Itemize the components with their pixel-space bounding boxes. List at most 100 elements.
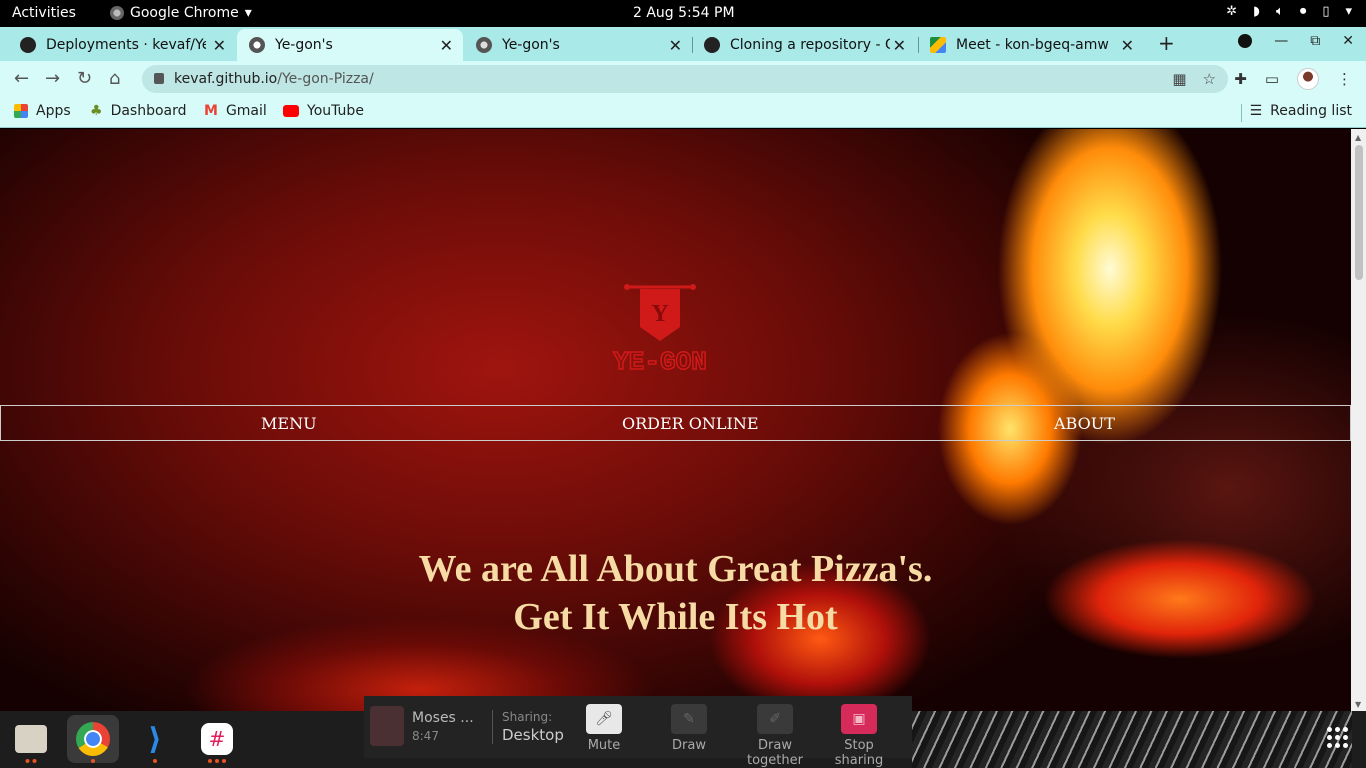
dock-chrome[interactable] bbox=[67, 715, 119, 763]
vscode-icon: ⟩ bbox=[148, 721, 162, 757]
logo-letter: Y bbox=[651, 301, 668, 327]
wifi-icon: ◗ bbox=[1253, 4, 1260, 19]
new-tab-icon[interactable]: + bbox=[1158, 31, 1175, 55]
minimize-icon[interactable]: — bbox=[1274, 33, 1288, 49]
tab-title: Cloning a repository - Git bbox=[730, 37, 890, 53]
close-icon[interactable]: ✕ bbox=[893, 36, 906, 55]
call-duration: 8:47 bbox=[412, 729, 439, 743]
reading-list-button[interactable]: ☰ Reading list bbox=[1250, 103, 1352, 119]
running-indicator bbox=[91, 759, 95, 763]
tab-title: Meet - kon-bgeq-amw bbox=[956, 37, 1109, 53]
window-close-icon[interactable]: ✕ bbox=[1342, 33, 1354, 49]
omnibox-actions: ▦ ☆ bbox=[1172, 70, 1216, 88]
profile-avatar[interactable] bbox=[1297, 68, 1319, 90]
close-icon[interactable]: ✕ bbox=[213, 36, 226, 55]
draw-button[interactable]: ✎ Draw bbox=[649, 704, 729, 753]
reading-list-icon: ☰ bbox=[1249, 103, 1263, 119]
github-icon bbox=[20, 37, 36, 53]
stop-sharing-button[interactable]: ▣ Stop sharing bbox=[819, 704, 899, 768]
bookmark-dashboard[interactable]: ♣ Dashboard bbox=[90, 103, 187, 119]
window-controls: — ⧉ ✕ bbox=[1238, 33, 1354, 49]
mute-label: Mute bbox=[587, 738, 621, 753]
tab-meet[interactable]: Meet - kon-bgeq-amw ✕ bbox=[918, 29, 1144, 61]
close-icon[interactable]: ✕ bbox=[669, 36, 682, 55]
dock-vscode[interactable]: ⟩ bbox=[129, 715, 181, 763]
bookmark-gmail[interactable]: M Gmail bbox=[204, 103, 267, 119]
volume-icon: 🔈︎ bbox=[1276, 4, 1284, 19]
bookmark-star-icon[interactable]: ☆ bbox=[1203, 70, 1216, 88]
cast-icon[interactable]: ▭ bbox=[1265, 70, 1279, 88]
dock-slack[interactable]: # bbox=[191, 715, 243, 763]
ye-gon-logo[interactable]: Y YE-GON bbox=[607, 279, 713, 375]
hero-line-1: We are All About Great Pizza's. bbox=[418, 548, 933, 590]
nav-order-online-link[interactable]: ORDER ONLINE bbox=[622, 414, 759, 433]
tab-title: Ye-gon's bbox=[275, 37, 333, 53]
hero-heading: We are All About Great Pizza's. Get It W… bbox=[0, 545, 1351, 641]
reload-icon[interactable]: ↻ bbox=[77, 68, 92, 89]
extensions-puzzle-icon[interactable]: ✚ bbox=[1234, 70, 1247, 88]
show-applications-icon[interactable] bbox=[1327, 727, 1348, 748]
meet-sharing-bar: Moses ... 8:47 Sharing: Desktop 🎤︎ Mute … bbox=[364, 696, 912, 768]
bookmark-label: Gmail bbox=[225, 103, 267, 119]
chrome-icon bbox=[76, 722, 110, 756]
bookmark-label: YouTube bbox=[307, 103, 364, 119]
bookmark-separator bbox=[1241, 104, 1242, 122]
running-indicator bbox=[25, 759, 37, 763]
nav-menu-link[interactable]: MENU bbox=[261, 414, 317, 433]
browser-toolbar: ← → ↻ ⌂ kevaf.github.io/Ye-gon-Pizza/ ▦ … bbox=[0, 61, 1366, 97]
files-icon bbox=[15, 725, 47, 753]
bookmark-apps[interactable]: Apps bbox=[14, 103, 71, 119]
logo-wordmark: YE-GON bbox=[613, 347, 707, 375]
restore-icon[interactable]: ⧉ bbox=[1310, 33, 1320, 49]
divider bbox=[492, 710, 493, 744]
system-menu-caret-icon[interactable]: ▾ bbox=[1345, 4, 1352, 19]
system-top-bar: Activities Google Chrome ▾ 2 Aug 5:54 PM… bbox=[0, 0, 1366, 27]
draw-together-label: Draw together bbox=[747, 738, 803, 768]
page-scrollbar[interactable]: ▲ ▼ bbox=[1351, 129, 1366, 711]
scroll-down-icon[interactable]: ▼ bbox=[1355, 700, 1361, 709]
participant-avatar bbox=[370, 706, 404, 746]
caret-down-icon: ▾ bbox=[244, 5, 252, 21]
back-arrow-icon[interactable]: ← bbox=[14, 68, 29, 89]
kebab-menu-icon[interactable]: ⋮ bbox=[1337, 70, 1352, 88]
youtube-icon bbox=[283, 105, 299, 117]
tab-ye-gon[interactable]: Ye-gon's ✕ bbox=[464, 29, 692, 61]
stop-sharing-label: Stop sharing bbox=[834, 738, 884, 768]
address-bar[interactable]: kevaf.github.io/Ye-gon-Pizza/ ▦ ☆ bbox=[142, 65, 1228, 93]
scroll-up-icon[interactable]: ▲ bbox=[1355, 133, 1361, 142]
tab-title: Deployments · kevaf/Ye-gon bbox=[46, 37, 206, 53]
bookmark-label: Dashboard bbox=[110, 103, 187, 119]
bookmarks-bar: Apps ♣ Dashboard M Gmail YouTube ☰ Readi… bbox=[0, 97, 1366, 128]
nav-about-link[interactable]: ABOUT bbox=[1054, 414, 1115, 433]
bookmark-youtube[interactable]: YouTube bbox=[283, 103, 364, 119]
mute-button[interactable]: 🎤︎ Mute bbox=[564, 704, 644, 753]
wallpaper-strip bbox=[912, 711, 1352, 768]
draw-together-icon: ✐ bbox=[757, 704, 793, 734]
extension-area: ✚ ▭ ⋮ bbox=[1234, 68, 1352, 90]
tab-ye-gon-active[interactable]: Ye-gon's ✕ bbox=[237, 29, 463, 61]
draw-icon: ✎ bbox=[671, 704, 707, 734]
scrollbar-thumb[interactable] bbox=[1355, 145, 1363, 280]
tab-title: Ye-gon's bbox=[502, 37, 560, 53]
home-icon[interactable]: ⌂ bbox=[109, 68, 120, 89]
sharing-label: Sharing: bbox=[502, 710, 553, 724]
palm-tree-icon: ♣ bbox=[90, 103, 103, 119]
url-path: /Ye-gon-Pizza/ bbox=[277, 71, 374, 87]
clock[interactable]: 2 Aug 5:54 PM bbox=[633, 5, 735, 21]
lock-icon[interactable] bbox=[154, 73, 164, 84]
dock-files[interactable] bbox=[5, 715, 57, 763]
qr-code-icon[interactable]: ▦ bbox=[1172, 70, 1186, 88]
activities-button[interactable]: Activities bbox=[12, 5, 76, 21]
tab-search-icon[interactable] bbox=[1238, 34, 1253, 48]
close-icon[interactable]: ✕ bbox=[440, 36, 453, 55]
tab-cloning-repository[interactable]: Cloning a repository - Git ✕ bbox=[692, 29, 916, 61]
system-tray[interactable]: ✲ ◗ 🔈︎ ⏺︎ ▯ ▾ bbox=[1226, 4, 1352, 19]
forward-arrow-icon[interactable]: → bbox=[45, 68, 60, 89]
url-host: kevaf.github.io bbox=[174, 71, 278, 87]
close-icon[interactable]: ✕ bbox=[1121, 36, 1134, 55]
reading-list-label: Reading list bbox=[1270, 103, 1352, 119]
draw-together-button[interactable]: ✐ Draw together bbox=[732, 704, 818, 768]
app-menu[interactable]: Google Chrome ▾ bbox=[110, 5, 252, 21]
slack-tray-icon[interactable]: ✲ bbox=[1226, 4, 1237, 19]
tab-deployments[interactable]: Deployments · kevaf/Ye-gon ✕ bbox=[8, 29, 236, 61]
